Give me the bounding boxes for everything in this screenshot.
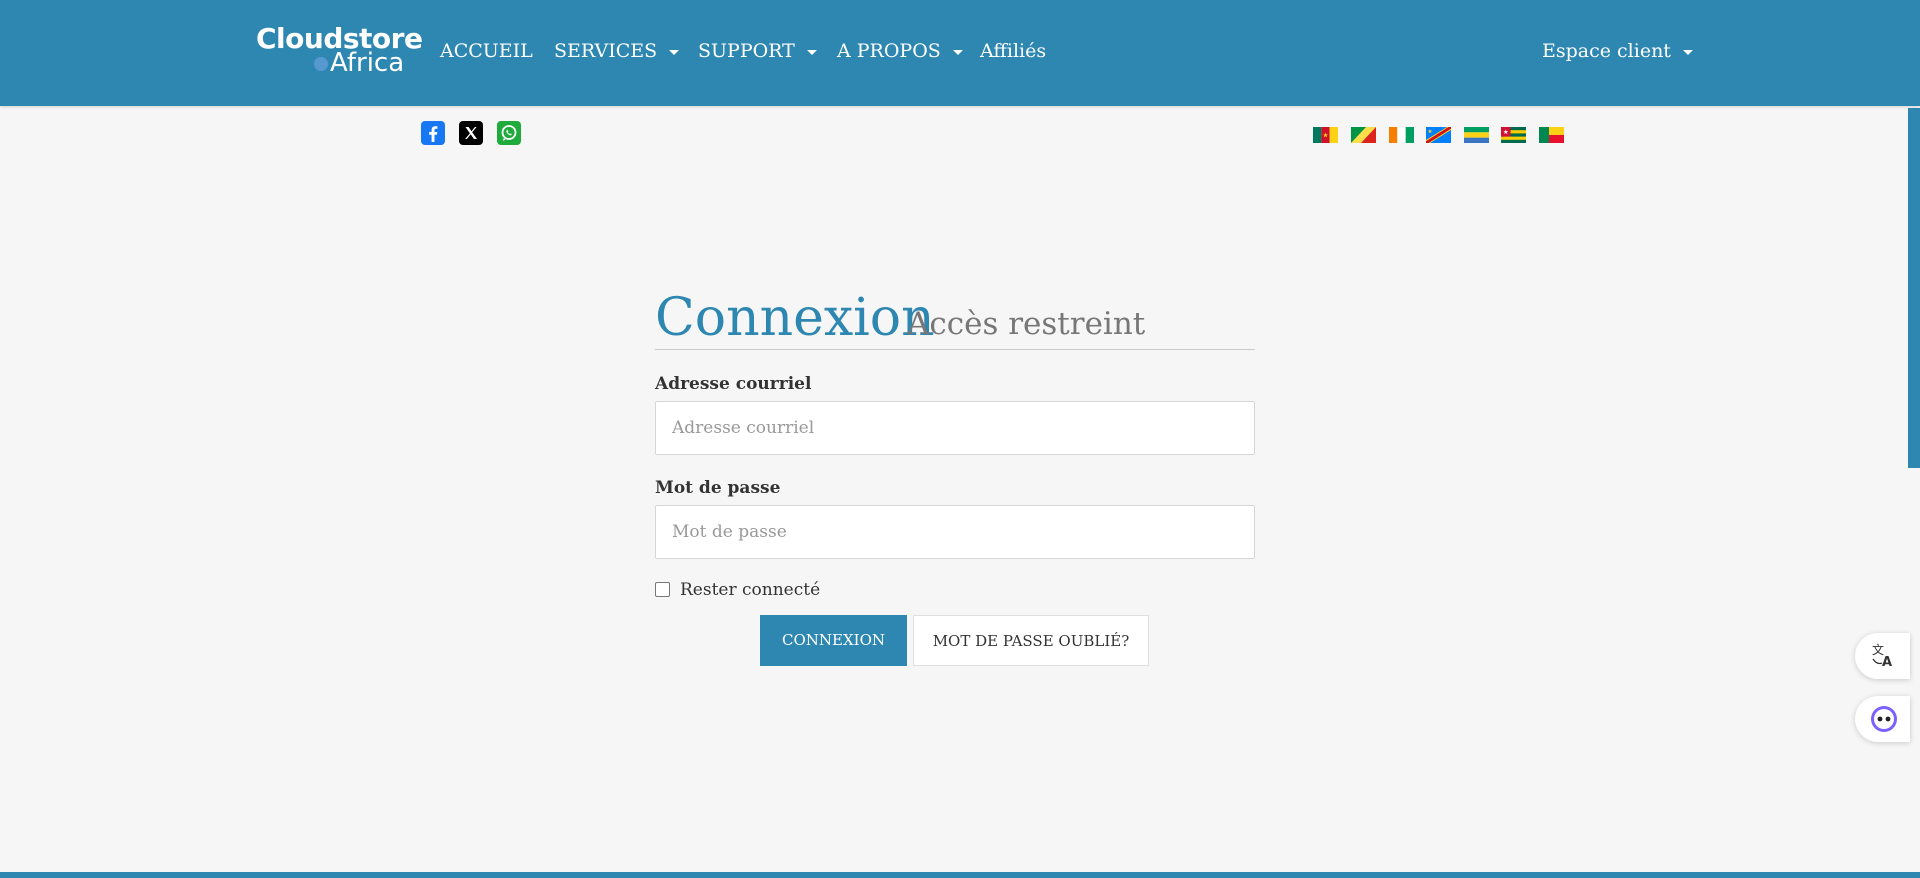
drc-flag[interactable] <box>1426 127 1451 143</box>
footer-bar <box>0 872 1920 878</box>
nav-item-a-propos[interactable]: A PROPOS <box>837 38 963 64</box>
assistant-icon <box>1871 706 1897 732</box>
whatsapp-icon[interactable] <box>497 121 521 145</box>
nav-item-accueil[interactable]: ACCUEIL <box>440 38 533 64</box>
top-navbar: Cloudstore Africa ACCUEIL SERVICES SUPPO… <box>0 0 1920 106</box>
nav-item-services[interactable]: SERVICES <box>554 38 680 64</box>
email-field[interactable] <box>655 401 1255 455</box>
email-label: Adresse courriel <box>655 374 812 394</box>
page-subtitle: Accès restreint <box>907 306 1146 342</box>
remember-me-checkbox[interactable] <box>655 582 670 597</box>
nav-label: Espace client <box>1542 40 1671 62</box>
cameroon-flag[interactable] <box>1313 127 1338 143</box>
x-icon[interactable] <box>459 121 483 145</box>
nav-label: Affiliés <box>980 40 1047 62</box>
chevron-down-icon <box>669 49 680 55</box>
nav-label: ACCUEIL <box>440 40 533 62</box>
translate-icon: 文 A <box>1872 642 1892 669</box>
facebook-icon[interactable] <box>421 121 445 145</box>
nav-item-support[interactable]: SUPPORT <box>698 38 817 64</box>
ivory-coast-flag[interactable] <box>1389 127 1414 143</box>
login-button[interactable]: CONNEXION <box>760 615 907 666</box>
nav-label: SERVICES <box>554 40 658 62</box>
translate-button[interactable]: 文 A <box>1855 633 1910 679</box>
forgot-password-button[interactable]: MOT DE PASSE OUBLIÉ? <box>913 615 1149 666</box>
nav-label: SUPPORT <box>698 40 795 62</box>
chevron-down-icon <box>806 49 817 55</box>
gabon-flag[interactable] <box>1464 127 1489 143</box>
side-scrollbar[interactable] <box>1908 108 1920 468</box>
password-label: Mot de passe <box>655 478 781 498</box>
brand-name-line2: Africa <box>330 48 405 78</box>
login-heading: Connexion Accès restreint <box>655 284 1255 350</box>
assistant-button[interactable] <box>1855 696 1910 742</box>
remember-me-label[interactable]: Rester connecté <box>680 578 820 602</box>
benin-flag[interactable] <box>1539 127 1564 143</box>
chevron-down-icon <box>952 49 963 55</box>
nav-item-affilies[interactable]: Affiliés <box>980 38 1046 64</box>
page-title: Connexion <box>655 288 935 348</box>
nav-label: A PROPOS <box>837 40 941 62</box>
congo-flag[interactable] <box>1351 127 1376 143</box>
brand-logo[interactable]: Cloudstore Africa <box>256 24 423 78</box>
nav-item-espace-client[interactable]: Espace client <box>1542 38 1693 64</box>
togo-flag[interactable] <box>1501 127 1526 143</box>
chevron-down-icon <box>1682 49 1693 55</box>
password-field[interactable] <box>655 505 1255 559</box>
svg-text:A: A <box>1882 655 1892 669</box>
